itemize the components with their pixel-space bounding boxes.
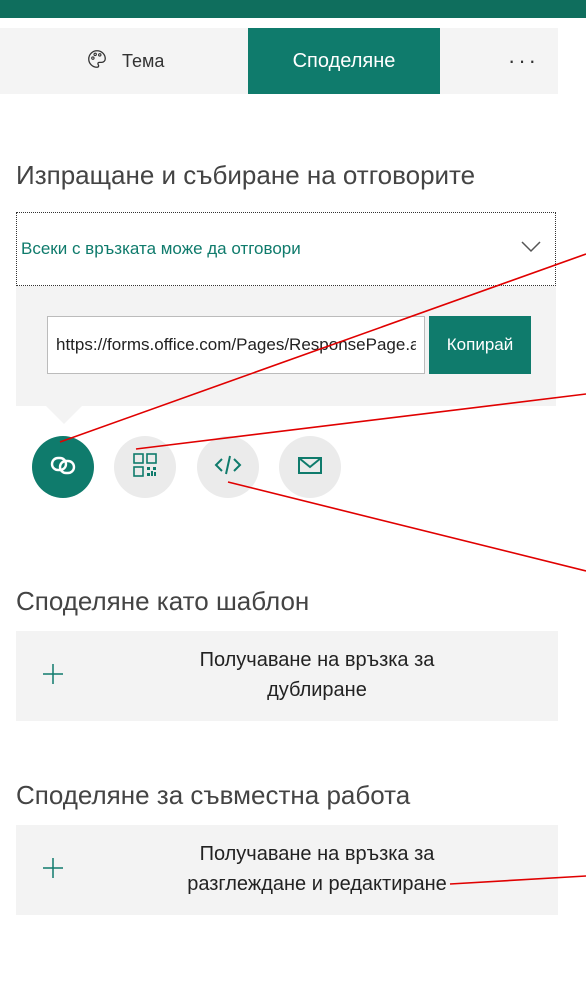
tab-theme-label: Тема — [122, 50, 165, 71]
plus-icon — [38, 659, 68, 689]
link-panel: Копирай — [16, 286, 556, 406]
app-top-bar — [0, 0, 586, 18]
email-icon — [295, 450, 325, 485]
duplicate-link-text: Получаване на връзка за дублиране — [199, 649, 435, 701]
dropdown-selected-value: Всеки с връзката може да отговори — [21, 239, 301, 258]
share-link-button[interactable] — [32, 436, 94, 498]
more-options-button[interactable]: ··· — [508, 28, 539, 94]
collaboration-link-text: Получаване на връзка за разглеждане и ре… — [187, 843, 447, 895]
share-qr-button[interactable] — [114, 436, 176, 498]
tab-share[interactable]: Споделяне — [248, 28, 440, 94]
tab-bar: Тема Споделяне ··· — [0, 28, 558, 94]
plus-icon — [38, 853, 68, 883]
response-permission-dropdown[interactable]: Всеки с връзката може да отговори — [16, 212, 556, 286]
template-section-title: Споделяне като шаблон — [16, 586, 310, 616]
chevron-down-icon — [521, 240, 541, 258]
annotation-arrow-embed — [227, 481, 586, 572]
panel-pointer — [46, 406, 82, 424]
share-embed-button[interactable] — [197, 436, 259, 498]
link-icon — [48, 450, 78, 485]
share-link-input[interactable] — [47, 316, 425, 374]
copy-button[interactable]: Копирай — [429, 316, 531, 374]
get-collaboration-link-button[interactable]: Получаване на връзка за разглеждане и ре… — [16, 825, 558, 915]
share-email-button[interactable] — [279, 436, 341, 498]
palette-icon — [86, 48, 108, 75]
tab-theme[interactable]: Тема — [86, 28, 164, 94]
qr-code-icon — [130, 450, 160, 485]
send-section-title: Изпращане и събиране на отговорите — [16, 160, 476, 190]
get-duplicate-link-button[interactable]: Получаване на връзка за дублиране — [16, 631, 558, 721]
embed-icon — [213, 450, 243, 485]
collab-section-title: Споделяне за съвместна работа — [16, 780, 411, 810]
